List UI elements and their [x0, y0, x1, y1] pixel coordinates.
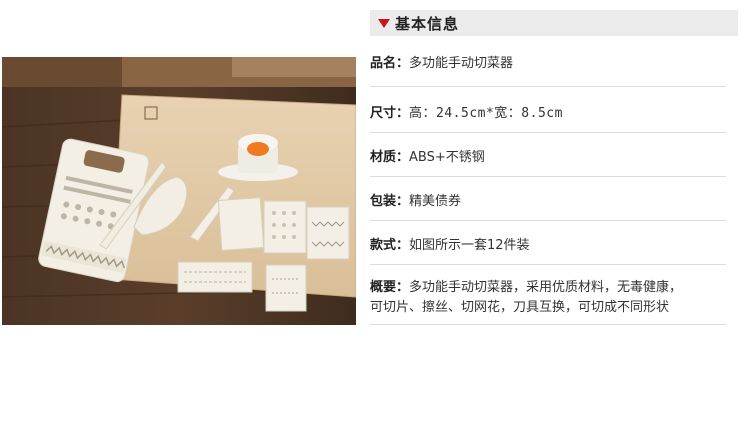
info-row-size: 尺寸：高：24.5cm*宽：8.5cm — [370, 104, 726, 133]
info-row-package: 包装：精美债券 — [370, 192, 726, 221]
triangle-down-icon — [378, 18, 390, 28]
label-size: 尺寸： — [370, 106, 410, 121]
info-row-material: 材质：ABS+不锈钢 — [370, 148, 726, 177]
label-summary: 概要： — [370, 280, 410, 295]
section-header: 基本信息 — [370, 10, 738, 36]
basic-info-panel: 基本信息 品名：多功能手动切菜器 尺寸：高：24.5cm*宽：8.5cm 材质：… — [370, 10, 738, 325]
info-row-name: 品名：多功能手动切菜器 — [370, 54, 726, 87]
slicer-set-illustration — [2, 57, 356, 325]
value-name: 多功能手动切菜器 — [409, 56, 514, 71]
product-photo — [2, 57, 356, 325]
label-style: 款式： — [370, 238, 410, 253]
value-summary-line1: 多功能手动切菜器，采用优质材料，无毒健康， — [409, 280, 683, 295]
value-material: ABS+不锈钢 — [409, 150, 485, 165]
value-style: 如图所示一套12件装 — [409, 238, 530, 253]
label-name: 品名： — [370, 56, 410, 71]
label-material: 材质： — [370, 150, 410, 165]
info-row-summary: 概要：多功能手动切菜器，采用优质材料，无毒健康， 可切片、擦丝、切网花，刀具互换… — [370, 278, 726, 325]
value-size: 高：24.5cm*宽：8.5cm — [409, 106, 563, 121]
label-package: 包装： — [370, 194, 410, 209]
value-package: 精美债券 — [409, 194, 462, 209]
section-title: 基本信息 — [395, 14, 460, 33]
info-row-style: 款式：如图所示一套12件装 — [370, 236, 726, 265]
value-summary-line2: 可切片、擦丝、切网花，刀具互换，可切成不同形状 — [370, 300, 670, 315]
